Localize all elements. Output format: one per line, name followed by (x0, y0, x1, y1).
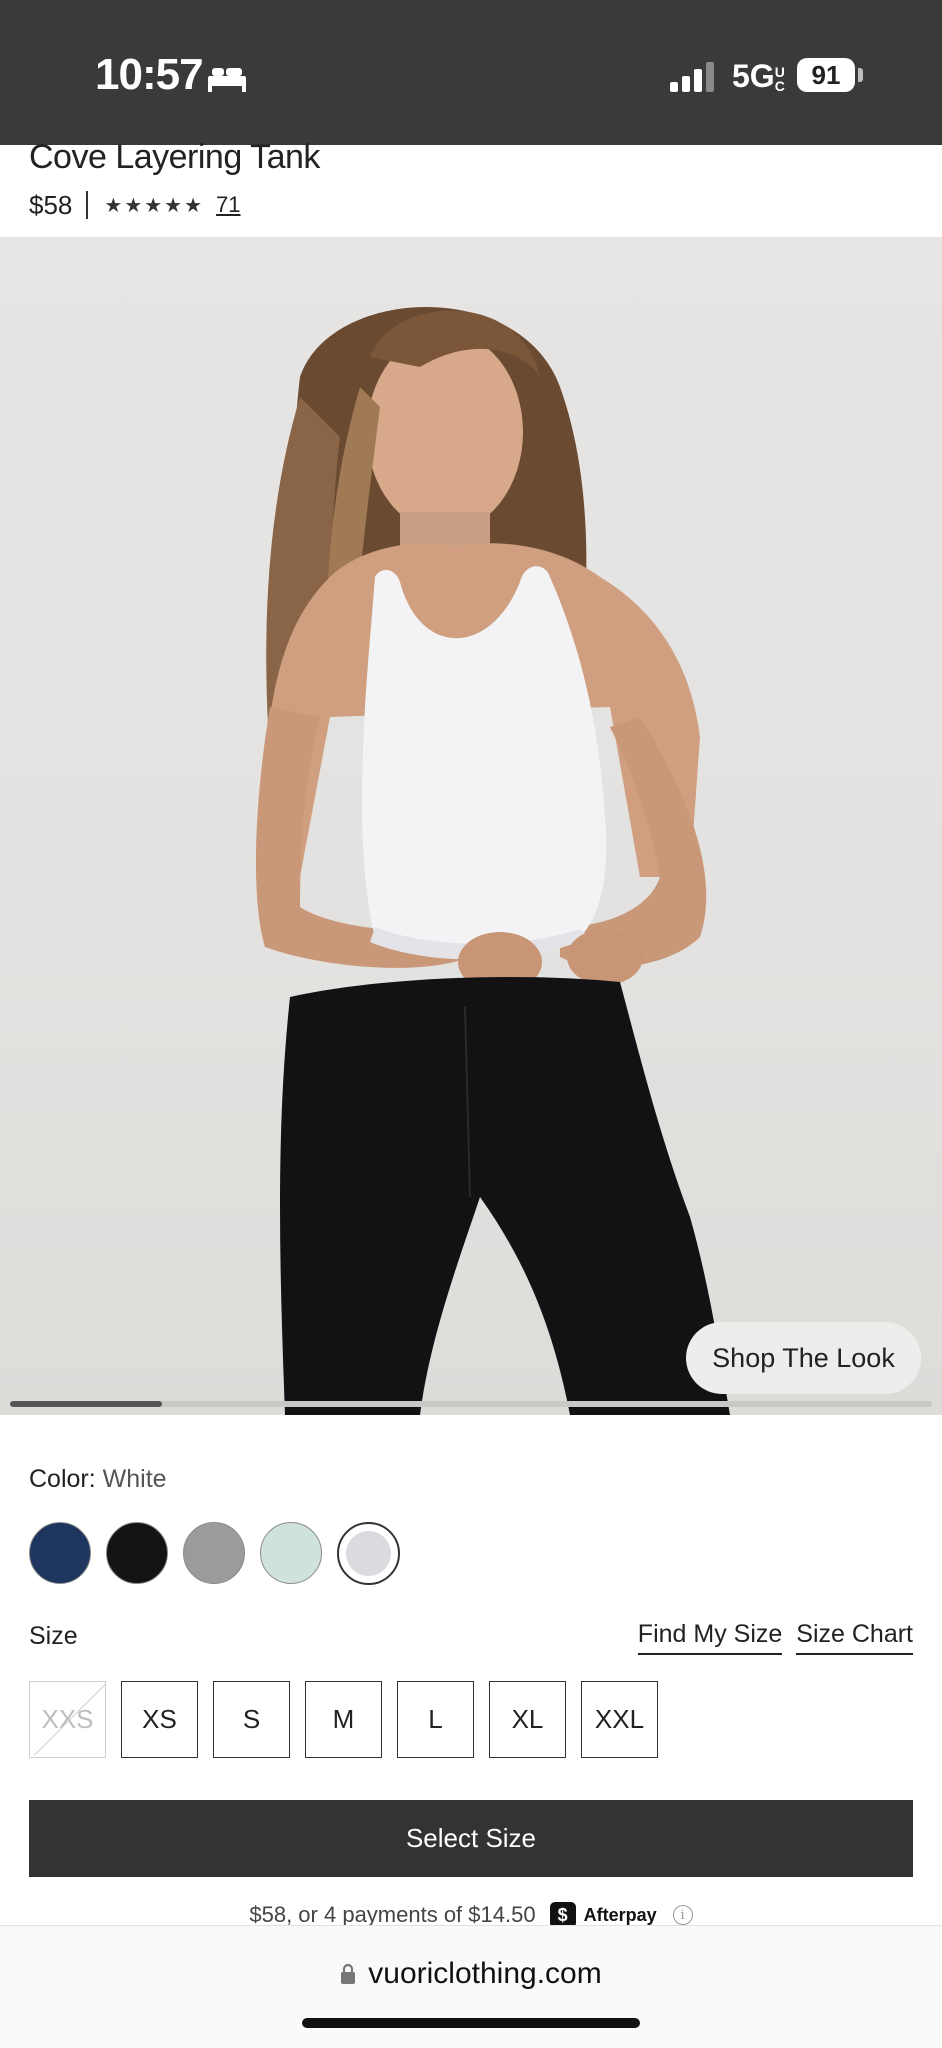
color-label-row: Color: White (29, 1465, 167, 1493)
find-my-size-link[interactable]: Find My Size (637, 1620, 783, 1655)
size-options: XXS XS S M L XL XXL (29, 1681, 658, 1758)
url-field[interactable]: vuoriclothing.com (0, 1957, 942, 1991)
info-icon[interactable]: i (672, 1905, 693, 1925)
lock-icon (341, 1963, 356, 1984)
product-title: Cove Layering Tank (29, 138, 320, 176)
network-type: 5GUC (732, 58, 785, 94)
shop-the-look-button[interactable]: Shop The Look (686, 1322, 921, 1394)
afterpay-brand: Afterpay (583, 1904, 657, 1925)
star-rating-icon: ★★★★★ (104, 194, 205, 217)
size-links: Find My Size Size Chart (637, 1620, 913, 1655)
color-swatch-black[interactable] (106, 1522, 168, 1584)
size-option-l[interactable]: L (397, 1681, 474, 1758)
sleep-focus-icon (208, 68, 246, 92)
size-option-s[interactable]: S (213, 1681, 290, 1758)
size-option-xxs-unavailable[interactable]: XXS (29, 1681, 106, 1758)
color-swatch-mint[interactable] (260, 1522, 322, 1584)
status-bar: 10:57 5GUC 91 (0, 0, 942, 145)
size-option-xxl[interactable]: XXL (581, 1681, 658, 1758)
size-option-xl[interactable]: XL (489, 1681, 566, 1758)
carousel-scrollbar-thumb[interactable] (10, 1401, 162, 1407)
product-photo (255, 307, 730, 1415)
status-time: 10:57 (95, 50, 204, 99)
battery-level: 91 (797, 58, 855, 92)
color-label: Color (29, 1465, 89, 1493)
color-swatch-navy[interactable] (29, 1522, 91, 1584)
home-indicator[interactable] (302, 2018, 640, 2028)
review-count-link[interactable]: 71 (216, 192, 240, 218)
divider (86, 191, 89, 219)
size-chart-link[interactable]: Size Chart (796, 1620, 913, 1655)
color-swatch-heather-grey[interactable] (183, 1522, 245, 1584)
product-price: $58 (29, 189, 73, 220)
size-option-xs[interactable]: XS (121, 1681, 198, 1758)
color-swatch-white-selected[interactable] (337, 1522, 400, 1585)
size-option-m[interactable]: M (305, 1681, 382, 1758)
product-image-carousel[interactable] (0, 237, 942, 1415)
price-rating-row: $58 ★★★★★ 71 (29, 188, 241, 222)
url-text: vuoriclothing.com (368, 1957, 602, 1990)
select-size-button[interactable]: Select Size (29, 1800, 913, 1877)
cellular-signal-icon (670, 62, 714, 92)
selected-color-name: White (102, 1465, 167, 1493)
color-swatches (29, 1522, 400, 1585)
battery-icon: 91 (797, 58, 863, 92)
browser-address-bar: vuoriclothing.com (0, 1925, 942, 2048)
size-label: Size (29, 1622, 78, 1650)
